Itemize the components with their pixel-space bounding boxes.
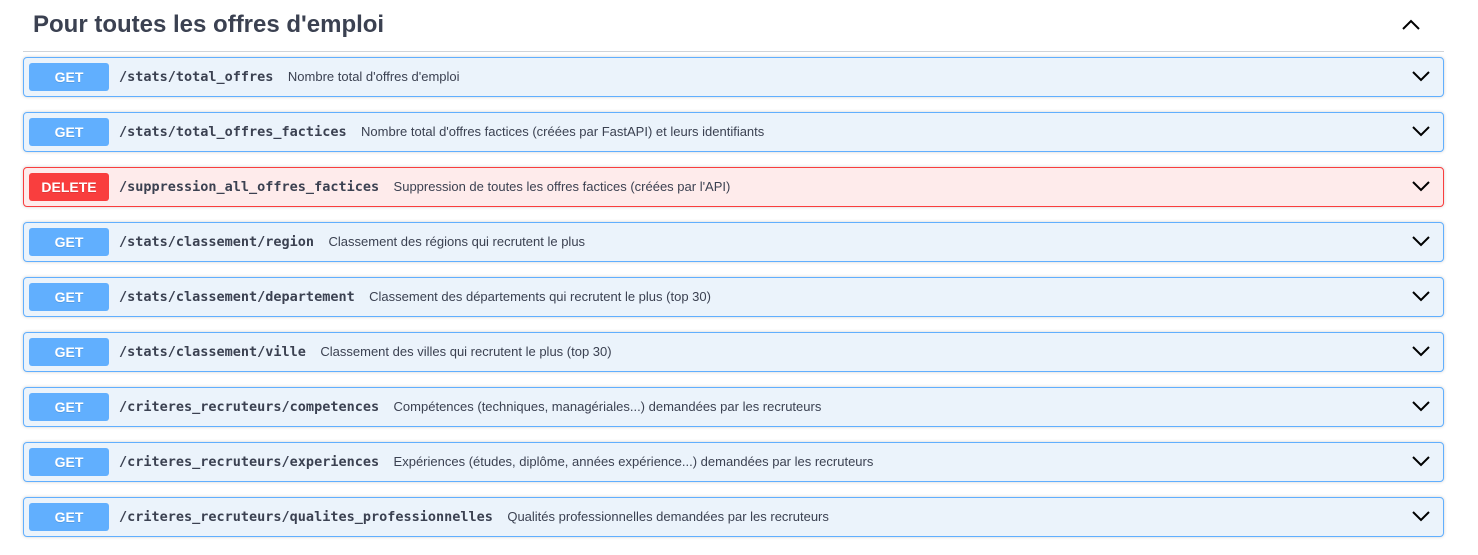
method-badge: GET bbox=[29, 283, 109, 311]
operation-path: /criteres_recruteurs/qualites_profession… bbox=[119, 509, 493, 525]
chevron-down-icon[interactable] bbox=[1411, 399, 1431, 413]
operation-summary: Compétences (techniques, managériales...… bbox=[393, 399, 822, 414]
operation-path: /criteres_recruteurs/experiences bbox=[119, 454, 380, 470]
chevron-down-icon[interactable] bbox=[1411, 289, 1431, 303]
method-badge: DELETE bbox=[29, 173, 109, 201]
section-title: Pour toutes les offres d'emploi bbox=[33, 11, 385, 38]
chevron-down-icon[interactable] bbox=[1411, 234, 1431, 248]
method-badge: GET bbox=[29, 118, 109, 146]
operations-list: GET /stats/total_offres Nombre total d'o… bbox=[23, 57, 1444, 552]
operation-path: /criteres_recruteurs/competences bbox=[119, 399, 380, 415]
operation-summary: Classement des villes qui recrutent le p… bbox=[320, 344, 612, 359]
operation-row[interactable]: GET /stats/classement/region Classement … bbox=[23, 222, 1444, 262]
operation-path: /stats/classement/region bbox=[119, 234, 315, 250]
chevron-down-icon[interactable] bbox=[1411, 124, 1431, 138]
chevron-down-icon[interactable] bbox=[1411, 454, 1431, 468]
operation-summary: Classement des régions qui recrutent le … bbox=[328, 234, 586, 249]
operation-path: /stats/classement/ville bbox=[119, 344, 306, 360]
chevron-down-icon[interactable] bbox=[1411, 69, 1431, 83]
chevron-up-icon[interactable] bbox=[1400, 16, 1422, 34]
method-badge: GET bbox=[29, 448, 109, 476]
chevron-down-icon[interactable] bbox=[1411, 344, 1431, 358]
operation-row[interactable]: GET /criteres_recruteurs/qualites_profes… bbox=[23, 497, 1444, 537]
api-section: Pour toutes les offres d'emploi GET /sta… bbox=[23, 0, 1444, 537]
operation-path: /stats/total_offres_factices bbox=[119, 124, 347, 140]
operation-row[interactable]: GET /stats/total_offres_factices Nombre … bbox=[23, 112, 1444, 152]
method-badge: GET bbox=[29, 503, 109, 531]
chevron-down-icon[interactable] bbox=[1411, 509, 1431, 523]
operation-path: /suppression_all_offres_factices bbox=[119, 179, 380, 195]
operation-row[interactable]: GET /criteres_recruteurs/experiences Exp… bbox=[23, 442, 1444, 482]
operation-summary: Nombre total d'offres factices (créées p… bbox=[361, 124, 765, 139]
operation-summary: Expériences (études, diplôme, années exp… bbox=[393, 454, 874, 469]
method-badge: GET bbox=[29, 63, 109, 91]
section-header[interactable]: Pour toutes les offres d'emploi bbox=[23, 0, 1444, 52]
method-badge: GET bbox=[29, 393, 109, 421]
operation-path: /stats/classement/departement bbox=[119, 289, 355, 305]
operation-row[interactable]: GET /stats/classement/ville Classement d… bbox=[23, 332, 1444, 372]
method-badge: GET bbox=[29, 338, 109, 366]
operation-row[interactable]: GET /stats/classement/departement Classe… bbox=[23, 277, 1444, 317]
method-badge: GET bbox=[29, 228, 109, 256]
operation-summary: Nombre total d'offres d'emploi bbox=[287, 69, 460, 84]
operation-row-delete[interactable]: DELETE /suppression_all_offres_factices … bbox=[23, 167, 1444, 207]
operation-summary: Suppression de toutes les offres factice… bbox=[393, 179, 731, 194]
operation-path: /stats/total_offres bbox=[119, 69, 274, 85]
operation-row[interactable]: GET /criteres_recruteurs/competences Com… bbox=[23, 387, 1444, 427]
operation-summary: Qualités professionnelles demandées par … bbox=[507, 509, 829, 524]
operation-row[interactable]: GET /stats/total_offres Nombre total d'o… bbox=[23, 57, 1444, 97]
operation-summary: Classement des départements qui recruten… bbox=[369, 289, 711, 304]
chevron-down-icon[interactable] bbox=[1411, 179, 1431, 193]
